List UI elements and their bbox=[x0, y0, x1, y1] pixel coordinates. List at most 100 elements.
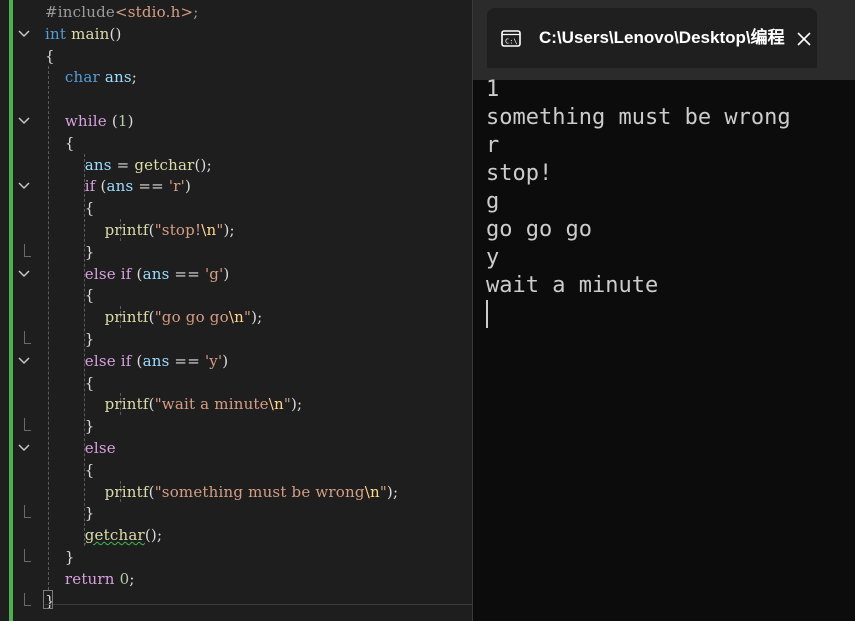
output-line: g bbox=[486, 189, 500, 214]
code-line[interactable]: { bbox=[45, 197, 95, 219]
code-line[interactable]: int main() bbox=[45, 23, 122, 45]
brace-match-box bbox=[43, 590, 53, 609]
fold-end-mark bbox=[24, 243, 31, 257]
code-token: } bbox=[45, 417, 95, 436]
change-indicator-bar bbox=[9, 0, 13, 621]
code-token: else bbox=[84, 351, 116, 370]
code-token: { bbox=[45, 133, 75, 152]
code-line[interactable]: } bbox=[45, 502, 95, 524]
fold-chevron-icon[interactable] bbox=[18, 444, 30, 454]
code-line[interactable]: return 0; bbox=[45, 568, 135, 590]
code-line[interactable]: #include<stdio.h>; bbox=[45, 1, 199, 23]
code-line[interactable]: } bbox=[45, 415, 95, 437]
code-token: if bbox=[120, 264, 132, 283]
code-token: ans bbox=[142, 351, 170, 370]
code-line[interactable]: printf("something must be wrong\n"); bbox=[45, 481, 398, 503]
close-icon[interactable] bbox=[795, 30, 813, 48]
code-token: " bbox=[379, 482, 387, 501]
code-token: "wait a minute bbox=[154, 395, 269, 414]
code-line[interactable]: else bbox=[45, 437, 116, 459]
code-token: return bbox=[64, 569, 115, 588]
code-token: printf bbox=[104, 482, 149, 501]
code-token: getchar bbox=[134, 155, 195, 174]
code-line[interactable]: } bbox=[45, 241, 95, 263]
code-line[interactable]: else if (ans == 'y') bbox=[45, 350, 228, 372]
code-token: 'r' bbox=[168, 177, 185, 196]
code-token: "something must be wrong bbox=[154, 482, 365, 501]
code-line[interactable]: while (1) bbox=[45, 110, 134, 132]
code-token: } bbox=[45, 504, 95, 523]
code-token: (); bbox=[144, 526, 163, 545]
code-line[interactable]: char ans; bbox=[45, 66, 137, 88]
code-token: #include bbox=[45, 3, 115, 21]
code-token: printf bbox=[104, 308, 149, 327]
code-line[interactable]: else if (ans == 'g') bbox=[45, 263, 230, 285]
code-token: == bbox=[169, 351, 205, 370]
editor-end-line bbox=[45, 604, 472, 605]
code-token: ans bbox=[104, 68, 132, 87]
code-token: int bbox=[45, 24, 67, 43]
code-token: { bbox=[45, 460, 95, 479]
fold-chevron-icon[interactable] bbox=[18, 357, 30, 367]
console-output: 1 something must be wrong r stop! g go g… bbox=[486, 76, 791, 300]
code-token: ( bbox=[95, 177, 107, 196]
code-token: main bbox=[71, 24, 110, 43]
console-titlebar: C:\ C:\Users\Lenovo\Desktop\编程 bbox=[473, 0, 855, 80]
code-line[interactable]: { bbox=[45, 45, 55, 67]
code-line[interactable]: { bbox=[45, 132, 75, 154]
code-token: ) bbox=[127, 112, 134, 130]
code-token: "go go go bbox=[154, 308, 229, 327]
code-line[interactable]: printf("stop!\n"); bbox=[45, 219, 235, 241]
code-editor[interactable]: #include<stdio.h>; int main(){ char ans; … bbox=[0, 0, 472, 621]
code-token: == bbox=[169, 264, 205, 283]
code-token: ans bbox=[106, 177, 134, 196]
code-token: \n bbox=[201, 221, 217, 239]
fold-chevron-icon[interactable] bbox=[18, 30, 30, 40]
code-line[interactable]: } bbox=[45, 328, 95, 350]
code-token: } bbox=[45, 242, 95, 261]
code-line[interactable]: printf("go go go\n"); bbox=[45, 306, 263, 328]
fold-end-mark bbox=[24, 331, 31, 344]
code-line[interactable]: printf("wait a minute\n"); bbox=[45, 393, 302, 415]
fold-chevron-icon[interactable] bbox=[18, 182, 30, 192]
code-token: 'y' bbox=[204, 351, 223, 370]
code-token: = bbox=[111, 155, 135, 174]
fold-chevron-icon[interactable] bbox=[18, 117, 30, 127]
fold-chevron-icon[interactable] bbox=[18, 270, 30, 280]
code-token: " bbox=[283, 395, 291, 414]
code-token: "stop! bbox=[154, 221, 202, 239]
code-token: == bbox=[133, 177, 169, 196]
console-cursor bbox=[486, 300, 488, 328]
code-line[interactable]: { bbox=[45, 372, 95, 394]
code-line[interactable]: { bbox=[45, 284, 95, 306]
output-line: r bbox=[486, 133, 500, 158]
code-line[interactable]: getchar(); bbox=[45, 524, 162, 546]
code-line[interactable]: ans = getchar(); bbox=[45, 154, 212, 176]
code-token: 0 bbox=[119, 569, 130, 588]
code-token: ; bbox=[193, 3, 199, 21]
code-line[interactable]: } bbox=[45, 546, 75, 568]
code-token: ) bbox=[222, 351, 229, 370]
code-token: \n bbox=[268, 395, 284, 414]
code-token: ( bbox=[131, 351, 143, 370]
code-token: ans bbox=[84, 155, 112, 174]
code-token: getchar bbox=[84, 526, 145, 545]
fold-end-mark bbox=[24, 549, 31, 562]
output-line: something must be wrong bbox=[486, 105, 791, 130]
fold-end-mark bbox=[24, 505, 31, 519]
code-line[interactable]: if (ans == 'r') bbox=[45, 175, 191, 197]
code-line[interactable]: { bbox=[45, 459, 95, 481]
code-token: } bbox=[45, 548, 75, 566]
console-tab[interactable]: C:\ C:\Users\Lenovo\Desktop\编程 bbox=[487, 8, 817, 68]
code-token: ) bbox=[184, 177, 192, 196]
console-window[interactable]: C:\ C:\Users\Lenovo\Desktop\编程 1 somethi… bbox=[472, 0, 855, 621]
